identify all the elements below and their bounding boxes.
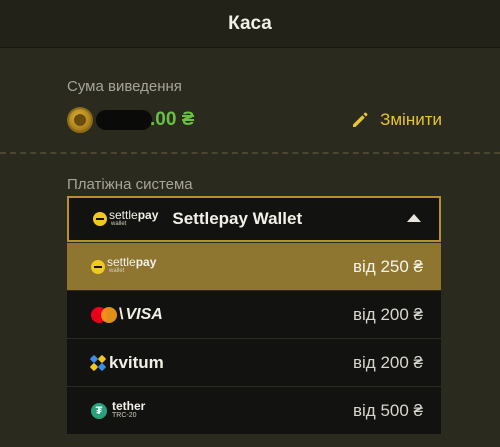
- kvitum-logo-text: kvitum: [109, 352, 164, 372]
- settlepay-logo: settlepay wallet: [93, 207, 159, 229]
- change-amount-label: Змінити: [380, 110, 442, 129]
- cashier-header: Каса: [0, 0, 500, 48]
- payment-option-tether[interactable]: ₮ tether TRC-20 від 500 ₴: [67, 387, 441, 435]
- visa-logo-text: VISA: [125, 305, 163, 323]
- option-price: від 200 ₴: [353, 304, 423, 324]
- tether-logo-text: tether: [112, 398, 146, 413]
- amount-label: Сума виведення: [67, 78, 182, 95]
- tether-logo: ₮ tether TRC-20: [91, 398, 146, 421]
- payment-system-label: Платіжна система: [67, 176, 193, 193]
- settlepay-logo-bold: pay: [137, 207, 159, 222]
- tether-icon: ₮: [91, 402, 107, 419]
- option-price: від 250 ₴: [353, 256, 423, 276]
- amount-value: .00 ₴: [150, 109, 195, 130]
- kvitum-logo: kvitum: [89, 352, 164, 373]
- kvitum-mark-icon: [89, 354, 107, 371]
- dashed-divider: [0, 152, 500, 154]
- selected-payment-name: Settlepay Wallet: [172, 209, 303, 228]
- coin-icon: [67, 107, 93, 133]
- pencil-icon: [353, 112, 368, 127]
- withdrawal-amount-section: Сума виведення .00 ₴ Змінити: [67, 78, 442, 135]
- page-title: Каса: [228, 12, 272, 34]
- payment-option-kvitum[interactable]: kvitum від 200 ₴: [67, 339, 441, 387]
- settlepay-mark-icon: [93, 212, 107, 226]
- payment-options-list: settlepay wallet від 250 ₴ \ VISA від 20…: [67, 243, 441, 435]
- payment-option-settlepay[interactable]: settlepay wallet від 250 ₴: [67, 243, 441, 291]
- change-amount-button[interactable]: Змінити: [350, 110, 442, 130]
- option-price: від 200 ₴: [353, 352, 423, 372]
- mastercard-icon: [91, 306, 117, 323]
- amount-row: .00 ₴ Змінити: [67, 105, 442, 135]
- amount-redacted: [96, 110, 152, 130]
- payment-option-visa[interactable]: \ VISA від 200 ₴: [67, 291, 441, 339]
- mastercard-visa-logo: \ VISA: [91, 306, 163, 324]
- settlepay-mark-icon: [91, 259, 105, 274]
- triangle-up-icon: [407, 214, 421, 222]
- settlepay-logo: settlepay wallet: [91, 255, 157, 276]
- payment-system-select[interactable]: settlepay wallet Settlepay Wallet: [67, 196, 441, 242]
- logo-slash: \: [119, 305, 124, 323]
- settlepay-logo-bold: pay: [135, 255, 157, 269]
- option-price: від 500 ₴: [353, 400, 423, 420]
